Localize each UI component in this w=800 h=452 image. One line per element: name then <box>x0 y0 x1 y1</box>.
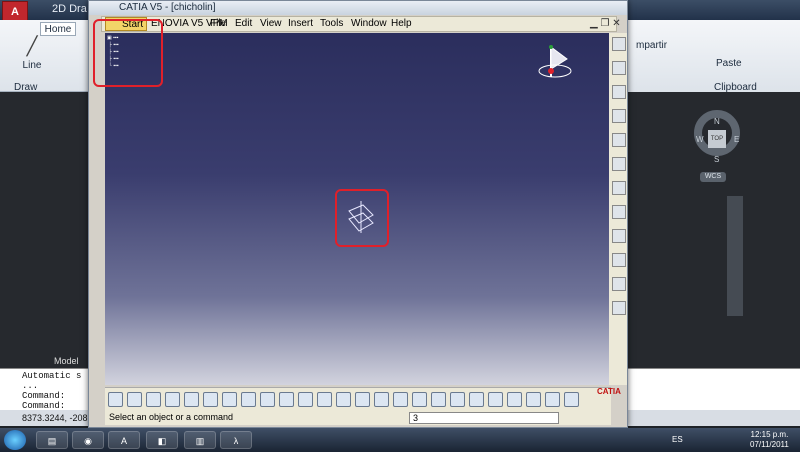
save-icon[interactable] <box>146 392 161 407</box>
tab-home[interactable]: Home <box>40 22 76 36</box>
catia-window: CATIA V5 - [chicholin] Start ENOVIA V5 V… <box>88 0 628 428</box>
compass-east: E <box>734 135 740 144</box>
measure-icon[interactable] <box>374 392 389 407</box>
compass-west: W <box>696 135 704 144</box>
normal-icon[interactable] <box>488 392 503 407</box>
formula-icon[interactable] <box>279 392 294 407</box>
catia-logo: CATIA <box>597 387 621 396</box>
rib-tool-icon[interactable] <box>612 181 626 195</box>
navigation-bar[interactable] <box>727 196 743 316</box>
autocad-window-title: 2D Dra <box>52 3 87 15</box>
menu-view[interactable]: View <box>260 18 282 29</box>
zoom-in-icon[interactable] <box>450 392 465 407</box>
menu-edit[interactable]: Edit <box>235 18 252 29</box>
clock-time: 12:15 p.m. <box>750 430 789 439</box>
clock[interactable]: 12:15 p.m. 07/11/2011 <box>750 430 789 450</box>
rotate-icon[interactable] <box>431 392 446 407</box>
taskbar-autocad[interactable]: A <box>108 431 140 449</box>
menu-insert[interactable]: Insert <box>288 18 313 29</box>
taskbar-explorer[interactable]: ▤ <box>36 431 68 449</box>
compass-north: N <box>714 117 720 126</box>
status-message: Select an object or a command <box>109 412 234 422</box>
catalog-icon[interactable] <box>355 392 370 407</box>
compass-south: S <box>714 155 720 164</box>
pan-icon[interactable] <box>412 392 427 407</box>
paste-icon[interactable] <box>222 392 237 407</box>
clock-date: 07/11/2011 <box>750 440 789 449</box>
swap-icon[interactable] <box>564 392 579 407</box>
line-icon: ╱ <box>26 36 38 56</box>
taskbar-firefox[interactable]: ◉ <box>72 431 104 449</box>
menu-file[interactable]: File <box>210 18 226 29</box>
toolbar-icons <box>108 390 588 408</box>
select-tool-icon[interactable] <box>612 37 626 51</box>
sketch-tool-icon[interactable] <box>612 61 626 75</box>
autocad-app-icon[interactable]: A <box>2 1 28 21</box>
wcs-menu[interactable]: WCS <box>700 172 726 182</box>
redo-icon[interactable] <box>260 392 275 407</box>
query-icon[interactable] <box>298 392 313 407</box>
taskbar-catia[interactable]: ◧ <box>146 431 178 449</box>
shaft-tool-icon[interactable] <box>612 133 626 147</box>
start-button[interactable] <box>4 430 26 450</box>
cut-icon[interactable] <box>184 392 199 407</box>
paste-button[interactable]: Paste <box>716 58 742 69</box>
viewcube-top-face[interactable]: TOP <box>708 130 726 148</box>
menu-help[interactable]: Help <box>391 18 412 29</box>
undo-icon[interactable] <box>241 392 256 407</box>
fillet-tool-icon[interactable] <box>612 205 626 219</box>
render-icon[interactable] <box>526 392 541 407</box>
hole-tool-icon[interactable] <box>612 157 626 171</box>
solid-tool-icon[interactable] <box>612 253 626 267</box>
measure-tool-icon[interactable] <box>612 301 626 315</box>
right-toolbar <box>609 33 627 385</box>
taskbar-acrobat[interactable]: λ <box>220 431 252 449</box>
pattern-tool-icon[interactable] <box>612 277 626 291</box>
language-indicator[interactable]: ES <box>672 435 683 444</box>
command-input[interactable]: 3 <box>409 412 559 424</box>
zoom-out-icon[interactable] <box>469 392 484 407</box>
menu-window[interactable]: Window <box>351 18 387 29</box>
pad-tool-icon[interactable] <box>612 85 626 99</box>
open-icon[interactable] <box>127 392 142 407</box>
minimize-icon[interactable]: ▁ <box>590 18 598 29</box>
views-icon[interactable] <box>507 392 522 407</box>
compass-orientation-icon[interactable] <box>537 41 583 81</box>
menu-tools[interactable]: Tools <box>320 18 343 29</box>
copy-icon[interactable] <box>203 392 218 407</box>
hide-icon[interactable] <box>545 392 560 407</box>
line-tool-button[interactable]: ╱ Line <box>18 36 46 76</box>
pocket-tool-icon[interactable] <box>612 109 626 123</box>
share-label[interactable]: mpartir <box>636 40 667 51</box>
tree-icon[interactable] <box>336 392 351 407</box>
restore-icon[interactable]: ❐ <box>600 18 609 29</box>
highlight-box-part <box>335 189 389 247</box>
window-controls[interactable]: ▁ ❐ ✕ <box>590 18 621 29</box>
print-icon[interactable] <box>165 392 180 407</box>
line-tool-label: Line <box>22 60 42 71</box>
fly-icon[interactable] <box>393 392 408 407</box>
catia-window-title: CATIA V5 - [chicholin] <box>119 2 216 13</box>
close-icon[interactable]: ✕ <box>612 18 620 29</box>
new-icon[interactable] <box>108 392 123 407</box>
chamfer-tool-icon[interactable] <box>612 229 626 243</box>
taskbar-winrar[interactable]: ▥ <box>184 431 216 449</box>
tab-model[interactable]: Model <box>54 356 79 366</box>
table-icon[interactable] <box>317 392 332 407</box>
highlight-box-tree <box>93 19 163 87</box>
